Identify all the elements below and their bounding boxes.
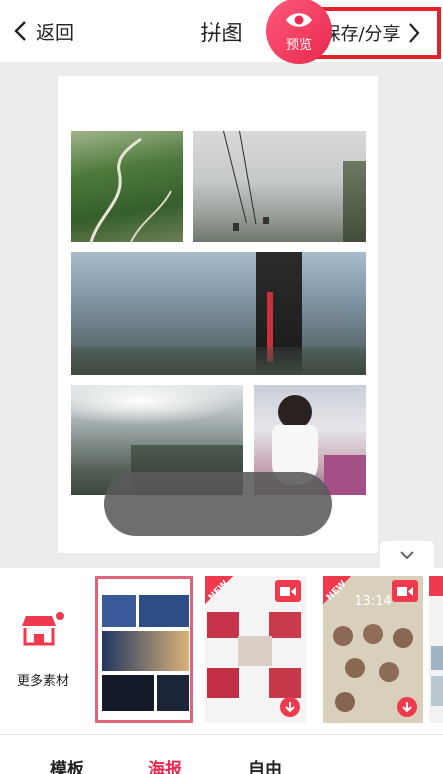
preview-button[interactable]: 预览	[266, 0, 332, 64]
tab-free[interactable]: 自由	[248, 755, 282, 774]
music-note-icon	[208, 8, 228, 31]
crop-button[interactable]: 裁剪	[122, 0, 182, 64]
tab-template[interactable]: 模板	[50, 755, 84, 774]
chevron-right-icon	[408, 23, 420, 43]
new-badge: NEW	[323, 576, 363, 616]
mountain-road-icon	[89, 137, 172, 242]
crop-label: 裁剪	[138, 41, 165, 57]
chevron-down-icon	[400, 550, 414, 559]
download-icon[interactable]	[397, 697, 417, 717]
back-label: 返回	[36, 21, 75, 44]
music-button[interactable]: 音乐	[188, 0, 248, 64]
collage-photo-cable-car[interactable]	[193, 131, 366, 242]
collage-photo-mountain[interactable]	[71, 131, 183, 242]
download-icon[interactable]	[280, 697, 300, 717]
more-materials-label: 更多素材	[16, 673, 69, 689]
template-thumb-2[interactable]: NEW	[205, 576, 306, 723]
scissors-icon	[141, 8, 163, 33]
collage-photo-person-cliff[interactable]	[71, 252, 366, 375]
eye-icon	[286, 12, 312, 27]
floating-toolbar	[104, 472, 332, 536]
tab-poster[interactable]: 海报	[148, 755, 182, 774]
collapse-panel-button[interactable]	[380, 541, 434, 568]
new-badge: NEW	[205, 576, 245, 616]
video-badge-icon	[275, 580, 301, 602]
more-materials-button[interactable]: 更多素材	[0, 590, 86, 710]
preview-label: 预览	[285, 37, 312, 53]
video-badge-icon	[392, 580, 418, 602]
back-button[interactable]: 返回	[12, 18, 74, 44]
template-thumb-3[interactable]: 13:14 NEW	[323, 576, 423, 723]
template-thumb-4[interactable]	[429, 576, 443, 723]
store-icon	[22, 611, 64, 645]
music-label: 音乐	[204, 41, 231, 57]
save-share-label: 保存/分享	[322, 24, 401, 45]
chevron-left-icon	[14, 21, 26, 41]
bottom-tabs: 模板 海报 自由	[0, 734, 443, 774]
template-thumb-1[interactable]	[95, 576, 193, 723]
